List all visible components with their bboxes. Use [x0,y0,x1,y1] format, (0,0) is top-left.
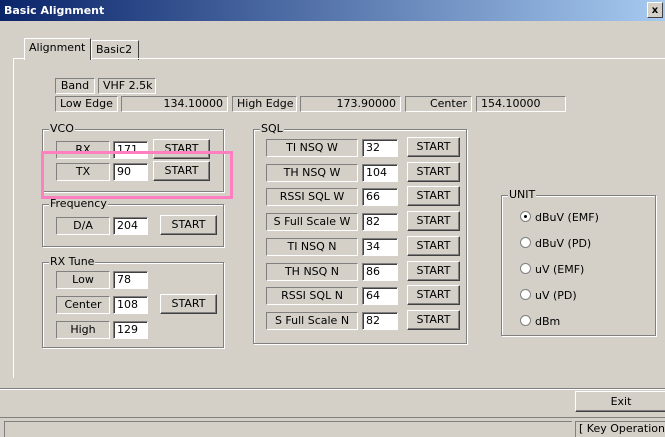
unit-option-dbuv-pd[interactable]: dBuV (PD) [520,236,591,252]
exit-button[interactable]: Exit [575,391,665,412]
sql-start-button-ti-nsq-n[interactable]: START [407,236,460,256]
unit-option-label: dBuV (PD) [535,237,592,250]
unit-option-dbuv-emf[interactable]: dBuV (EMF) [520,210,599,226]
sql-start-button-s-full-scale-w[interactable]: START [407,211,460,231]
sql-label-s-full-scale-n: S Full Scale N [266,312,358,330]
band-value: VHF 2.5k [98,78,156,94]
unit-option-label: dBm [535,315,561,328]
rx-tune-center-input[interactable]: 108 [113,296,148,314]
unit-option-uv-pd[interactable]: uV (PD) [520,288,577,304]
vco-tx-input[interactable]: 90 [113,163,148,181]
vco-rx-label: RX [56,141,110,159]
sql-input-rssi-sql-n[interactable]: 64 [362,287,398,305]
rx-tune-center-label: Center [56,296,110,314]
sql-input-ti-nsq-w[interactable]: 32 [362,139,398,157]
sql-label-ti-nsq-n: TI NSQ N [266,238,358,256]
band-label: Band [55,78,95,94]
vco-rx-input[interactable]: 171 [113,141,148,159]
sql-input-rssi-sql-w[interactable]: 66 [362,188,398,206]
rx-tune-high-input[interactable]: 129 [113,321,148,339]
center-label: Center [405,96,472,112]
tab-alignment[interactable]: Alignment [24,38,91,60]
radio-unselected-icon[interactable] [520,315,531,326]
radio-unselected-icon[interactable] [520,289,531,300]
unit-option-label: uV (PD) [535,289,577,302]
vco-group-title: VCO [49,122,75,136]
sql-start-button-rssi-sql-w[interactable]: START [407,186,460,206]
radio-dot-icon [524,215,527,218]
low-edge-value: 134.10000 [121,96,228,112]
sql-label-ti-nsq-w: TI NSQ W [266,139,358,157]
title-bar: Basic Alignment x [0,0,665,21]
window-title: Basic Alignment [4,4,105,17]
sql-start-button-th-nsq-w[interactable]: START [407,162,460,182]
frequency-da-start-button[interactable]: START [160,215,217,235]
frequency-da-input[interactable]: 204 [113,217,148,235]
sql-start-button-rssi-sql-n[interactable]: START [407,285,460,305]
sql-label-th-nsq-w: TH NSQ W [266,164,358,182]
unit-option-dbm[interactable]: dBm [520,314,560,330]
vco-rx-start-button[interactable]: START [153,139,210,159]
vco-tx-label: TX [56,163,110,181]
sql-group-title: SQL [260,122,284,136]
radio-selected-icon[interactable] [520,211,531,222]
sql-input-th-nsq-n[interactable]: 86 [362,263,398,281]
sql-start-button-th-nsq-n[interactable]: START [407,261,460,281]
sql-start-button-s-full-scale-n[interactable]: START [407,310,460,330]
close-icon[interactable]: x [647,2,663,18]
separator [0,388,665,390]
sql-input-s-full-scale-n[interactable]: 82 [362,312,398,330]
frequency-group-title: Frequency [49,197,108,211]
sql-input-ti-nsq-n[interactable]: 34 [362,238,398,256]
sql-start-button-ti-nsq-w[interactable]: START [407,137,460,157]
radio-unselected-icon[interactable] [520,263,531,274]
status-key-operation: [ Key Operation [575,421,665,437]
high-edge-label: High Edge [232,96,297,112]
rx-tune-start-button[interactable]: START [160,294,217,314]
rx-tune-low-label: Low [56,271,110,289]
unit-group-title: UNIT [508,188,537,202]
rx-tune-group-title: RX Tune [49,255,96,269]
sql-label-rssi-sql-w: RSSI SQL W [266,188,358,206]
frequency-da-label: D/A [56,217,110,235]
radio-unselected-icon[interactable] [520,237,531,248]
unit-option-label: dBuV (EMF) [535,211,599,224]
low-edge-label: Low Edge [55,96,118,112]
center-value: 154.10000 [476,96,566,112]
sql-input-th-nsq-w[interactable]: 104 [362,164,398,182]
high-edge-value: 173.90000 [300,96,401,112]
tab-basic2[interactable]: Basic2 [91,40,139,60]
rx-tune-low-input[interactable]: 78 [113,271,148,289]
status-bar: [ Key Operation [0,417,665,437]
sql-label-th-nsq-n: TH NSQ N [266,263,358,281]
sql-label-s-full-scale-w: S Full Scale W [266,213,358,231]
unit-option-uv-emf[interactable]: uV (EMF) [520,262,584,278]
status-cell-main [4,421,572,437]
sql-label-rssi-sql-n: RSSI SQL N [266,287,358,305]
rx-tune-high-label: High [56,321,110,339]
sql-input-s-full-scale-w[interactable]: 82 [362,213,398,231]
unit-option-label: uV (EMF) [535,263,585,276]
vco-tx-start-button[interactable]: START [153,161,210,181]
